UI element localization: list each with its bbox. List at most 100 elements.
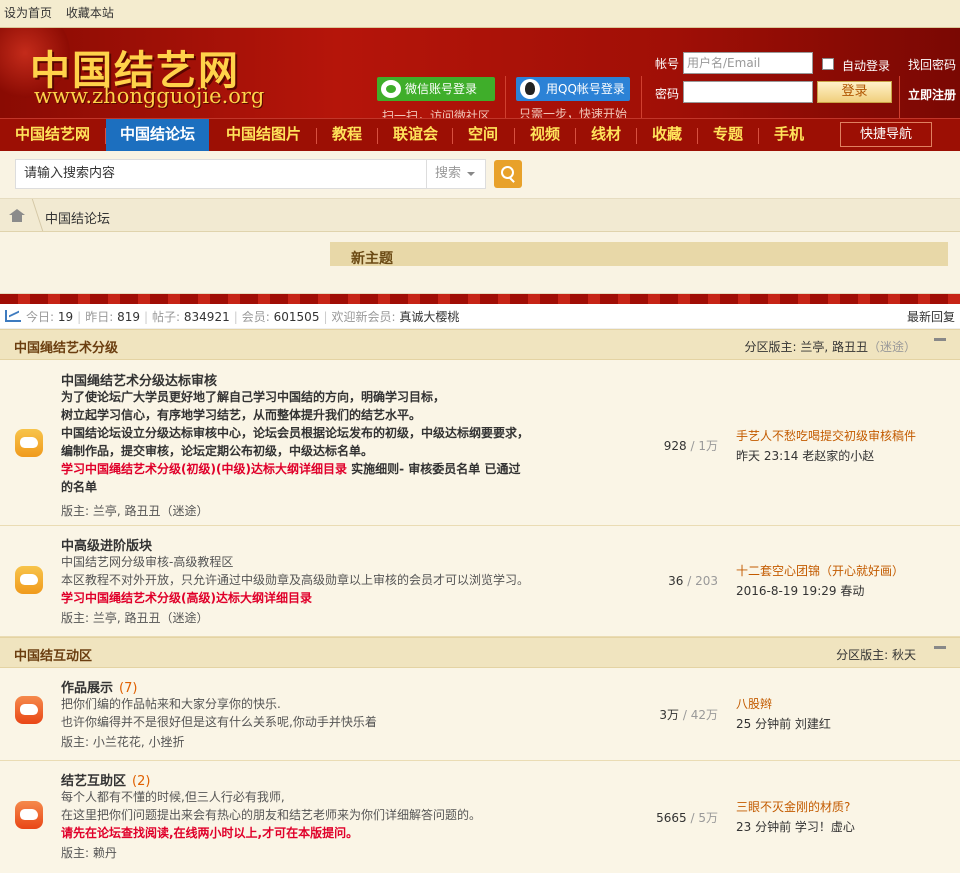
forum-icon[interactable] bbox=[15, 429, 43, 457]
forum-icon[interactable] bbox=[15, 696, 43, 724]
latest-replies-link[interactable]: 最新回复 bbox=[907, 304, 955, 330]
nav-item-zhongguojieyi[interactable]: 中国结艺网 bbox=[15, 119, 90, 151]
forum-name[interactable]: 作品展示 (7) bbox=[61, 677, 137, 696]
quick-nav-button[interactable]: 快捷导航 bbox=[840, 122, 932, 147]
last-post-user[interactable]: 学习！虚心 bbox=[795, 820, 855, 834]
stats-chart-icon bbox=[5, 310, 21, 322]
last-post-title[interactable]: 八股辫 bbox=[736, 694, 831, 714]
nav-item-tutorials[interactable]: 教程 bbox=[332, 119, 362, 151]
group-moderators: 分区版主: 兰亭, 路丑丑（迷途） bbox=[744, 338, 916, 355]
forum-counts: 928 / 1万 bbox=[663, 439, 718, 453]
wechat-login-hint: 扫一扫，访问微社区 bbox=[382, 109, 491, 118]
newest-member-link[interactable]: 真诚大樱桃 bbox=[399, 310, 459, 324]
forum-name[interactable]: 中高级进阶版块 bbox=[61, 535, 152, 554]
last-post: 十二套空心团锦（开心就好画） 2016-8-19 19:29 春动 bbox=[736, 561, 904, 601]
qq-login-hint: 只需一步，快速开始 bbox=[519, 107, 628, 118]
forum-name-text: 结艺互助区 bbox=[61, 774, 127, 789]
wechat-login-button[interactable]: 微信账号登录 bbox=[377, 77, 495, 101]
stat-members-label: 会员: bbox=[241, 310, 270, 324]
new-topic-tab[interactable]: 新主题 bbox=[330, 242, 948, 266]
search-type-select[interactable]: 搜索 bbox=[426, 159, 486, 189]
breadcrumb-current[interactable]: 中国结论坛 bbox=[45, 208, 110, 227]
forum-counts: 3万 / 42万 bbox=[659, 708, 718, 722]
nav-item-collection[interactable]: 收藏 bbox=[652, 119, 682, 151]
group-moderators: 分区版主: 秋天 bbox=[836, 646, 916, 663]
forum-icon[interactable] bbox=[15, 566, 43, 594]
forum-moderators: 版主: 赖丹 bbox=[61, 846, 117, 860]
syllabus-link[interactable]: 学习中国绳结艺术分级(初级)(中级)达标大纲详细目录 bbox=[61, 462, 347, 476]
nav-divider bbox=[452, 128, 453, 144]
syllabus-link[interactable]: 学习中国绳结艺术分级(高级)达标大纲详细目录 bbox=[61, 589, 581, 607]
register-link[interactable]: 立即注册 bbox=[908, 86, 956, 103]
moderators-label: 分区版主: bbox=[836, 648, 889, 662]
forum-row: 中高级进阶版块 中国结艺网分级审核-高级教程区 本区教程不对外开放，只允许通过中… bbox=[0, 526, 960, 637]
main-nav: 中国结艺网 中国结论坛 中国结图片 教程 联谊会 空间 视频 线材 收藏 专题 … bbox=[0, 118, 960, 151]
nav-item-space[interactable]: 空间 bbox=[468, 119, 498, 151]
collapse-icon[interactable] bbox=[934, 646, 946, 656]
approved-list-link[interactable]: 的名单 bbox=[61, 478, 581, 496]
nav-item-friendship[interactable]: 联谊会 bbox=[393, 119, 438, 151]
bookmark-link[interactable]: 收藏本站 bbox=[66, 6, 114, 20]
last-post-title[interactable]: 十二套空心团锦（开心就好画） bbox=[736, 561, 904, 581]
post-count: 5万 bbox=[698, 811, 718, 825]
nav-item-pictures[interactable]: 中国结图片 bbox=[226, 119, 301, 151]
last-post-user[interactable]: 刘建红 bbox=[795, 717, 831, 731]
last-post-user[interactable]: 春动 bbox=[840, 584, 864, 598]
moderators-names[interactable]: 兰亭, 路丑丑 bbox=[800, 340, 868, 354]
forum-row: 作品展示 (7) 把你们编的作品帖来和大家分享你的快乐. 也许你编得并不是很好但是… bbox=[0, 668, 960, 761]
stat-yesterday: 819 bbox=[117, 310, 140, 324]
login-button[interactable]: 登录 bbox=[817, 81, 892, 103]
search-input[interactable]: 请输入搜索内容 bbox=[15, 159, 427, 189]
nav-divider bbox=[514, 128, 515, 144]
forum-description: 每个人都有不懂的时候,但三人行必有我师, 在这里把你们问题提出来会有热心的朋友和… bbox=[61, 788, 581, 842]
moderators-extra[interactable]: （迷途） bbox=[868, 340, 916, 354]
home-icon[interactable] bbox=[9, 209, 25, 222]
forum-rule-notice[interactable]: 请先在论坛查找阅读,在线两小时以上,才可在本版提问。 bbox=[61, 824, 581, 842]
decorative-banner bbox=[0, 294, 960, 304]
rules-link[interactable]: 实施细则- 审核委员名单 已通过 bbox=[347, 462, 520, 476]
moderators-label: 分区版主: bbox=[744, 340, 797, 354]
collapse-icon[interactable] bbox=[934, 338, 946, 348]
wechat-icon bbox=[381, 80, 401, 98]
description-line: 每个人都有不懂的时候,但三人行必有我师, bbox=[61, 790, 285, 804]
group-title[interactable]: 中国绳结艺术分级 bbox=[14, 337, 118, 356]
post-count: 42万 bbox=[690, 708, 718, 722]
auto-login-label: 自动登录 bbox=[842, 59, 891, 73]
group-header: 中国结互动区 分区版主: 秋天 bbox=[0, 637, 960, 668]
account-input[interactable]: 用户名/Email bbox=[683, 52, 813, 74]
nav-item-forum[interactable]: 中国结论坛 bbox=[106, 119, 209, 151]
thread-count: 928 bbox=[663, 439, 687, 453]
group-title[interactable]: 中国结互动区 bbox=[14, 645, 92, 664]
breadcrumb: 中国结论坛 bbox=[0, 199, 960, 232]
stat-today-label: 今日: bbox=[26, 310, 55, 324]
last-post-user[interactable]: 老赵家的小赵 bbox=[802, 449, 874, 463]
qq-login-button[interactable]: 用QQ帐号登录 bbox=[516, 77, 630, 101]
thread-count: 5665 bbox=[656, 811, 687, 825]
stat-posts-label: 帖子: bbox=[152, 310, 181, 324]
set-homepage-link[interactable]: 设为首页 bbox=[4, 6, 52, 20]
last-post-title[interactable]: 三眼不灭金刚的材质? bbox=[736, 797, 855, 817]
auto-login-checkbox[interactable] bbox=[822, 58, 834, 70]
search-bar: 请输入搜索内容 搜索 bbox=[0, 151, 960, 199]
forum-name[interactable]: 结艺互助区 (2) bbox=[61, 770, 150, 789]
site-header: 中国结艺网 www.zhongguojie.org 微信账号登录 扫一扫，访问微… bbox=[0, 28, 960, 118]
forum-moderators: 版主: 小兰花花, 小挫折 bbox=[61, 735, 185, 749]
moderators-names[interactable]: 秋天 bbox=[892, 648, 916, 662]
forum-description: 中国结艺网分级审核-高级教程区 本区教程不对外开放，只允许通过中级勋章及高级勋章… bbox=[61, 553, 581, 607]
search-icon[interactable] bbox=[494, 160, 522, 188]
nav-item-mobile[interactable]: 手机 bbox=[774, 119, 804, 151]
last-post: 三眼不灭金刚的材质? 23 分钟前 学习！虚心 bbox=[736, 797, 855, 837]
password-input[interactable] bbox=[683, 81, 813, 103]
nav-item-materials[interactable]: 线材 bbox=[591, 119, 621, 151]
nav-item-topics[interactable]: 专题 bbox=[713, 119, 743, 151]
forum-name[interactable]: 中国绳结艺术分级达标审核 bbox=[61, 370, 217, 389]
thread-count: 36 bbox=[668, 574, 684, 588]
last-post-title[interactable]: 手艺人不愁吃喝提交初级审核稿件 bbox=[736, 426, 916, 446]
forum-moderators: 版主: 兰亭, 路丑丑（迷途） bbox=[61, 504, 209, 518]
today-count: (7) bbox=[119, 681, 138, 696]
last-post-time: 25 分钟前 bbox=[736, 717, 792, 731]
find-password-link[interactable]: 找回密码 bbox=[908, 56, 956, 73]
nav-item-video[interactable]: 视频 bbox=[530, 119, 560, 151]
forum-icon[interactable] bbox=[15, 801, 43, 829]
nav-divider bbox=[758, 128, 759, 144]
